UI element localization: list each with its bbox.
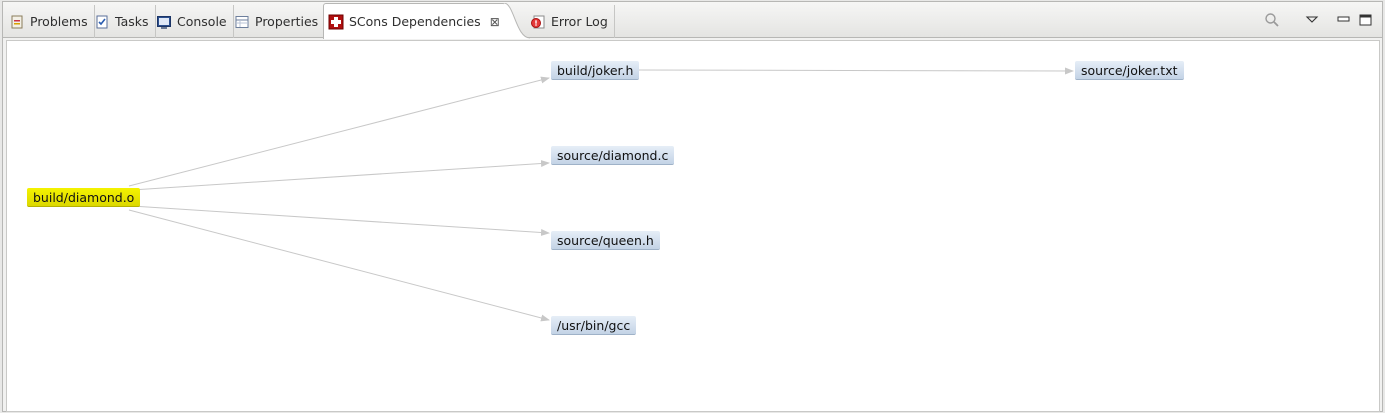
problems-icon xyxy=(9,14,25,30)
graph-node-gcc[interactable]: /usr/bin/gcc xyxy=(551,316,637,335)
properties-icon xyxy=(234,14,250,30)
dependency-graph-canvas[interactable]: build/diamond.o build/joker.h source/dia… xyxy=(6,40,1380,412)
dependency-edges xyxy=(128,67,1074,322)
graph-node-diamond-c[interactable]: source/diamond.c xyxy=(551,146,675,165)
console-icon xyxy=(156,14,172,30)
error-log-icon xyxy=(530,14,546,30)
graph-node-root[interactable]: build/diamond.o xyxy=(27,188,141,207)
edge-root-queen-h xyxy=(131,205,550,236)
scons-dependencies-view: Problems Tasks Console Properties SCons xyxy=(2,1,1383,412)
tab-problems[interactable]: Problems xyxy=(5,5,95,38)
search-icon[interactable] xyxy=(1264,12,1280,28)
tab-label: Tasks xyxy=(115,14,149,29)
tab-scons-dependencies[interactable]: SCons Dependencies ⊠ xyxy=(323,3,506,39)
graph-node-joker-h[interactable]: build/joker.h xyxy=(551,61,640,80)
tab-tasks[interactable]: Tasks xyxy=(90,5,156,38)
graph-node-queen-h[interactable]: source/queen.h xyxy=(551,231,660,250)
tab-label: SCons Dependencies xyxy=(349,14,481,29)
active-tab-curve xyxy=(504,3,530,39)
tab-error-log[interactable]: Error Log xyxy=(526,5,615,38)
tasks-icon xyxy=(94,14,110,30)
close-tab-icon[interactable]: ⊠ xyxy=(490,15,500,29)
tab-label: Properties xyxy=(255,14,319,29)
view-tab-bar: Problems Tasks Console Properties SCons xyxy=(3,2,1382,39)
edge-joker-h-joker-txt xyxy=(633,67,1074,75)
scons-icon xyxy=(328,14,344,30)
view-toolbar xyxy=(1264,2,1374,38)
minimize-icon[interactable] xyxy=(1336,12,1352,28)
tab-properties[interactable]: Properties xyxy=(230,5,326,38)
edge-root-diamond-c xyxy=(131,160,550,191)
tab-label: Console xyxy=(177,14,227,29)
tab-label: Error Log xyxy=(551,14,608,29)
maximize-icon[interactable] xyxy=(1358,12,1374,28)
tab-console[interactable]: Console xyxy=(152,5,234,38)
graph-node-joker-txt[interactable]: source/joker.txt xyxy=(1075,61,1184,80)
view-menu-icon[interactable] xyxy=(1304,12,1320,28)
edge-root-joker-h xyxy=(128,76,550,187)
edge-root-gcc xyxy=(128,209,550,322)
tab-label: Problems xyxy=(30,14,88,29)
